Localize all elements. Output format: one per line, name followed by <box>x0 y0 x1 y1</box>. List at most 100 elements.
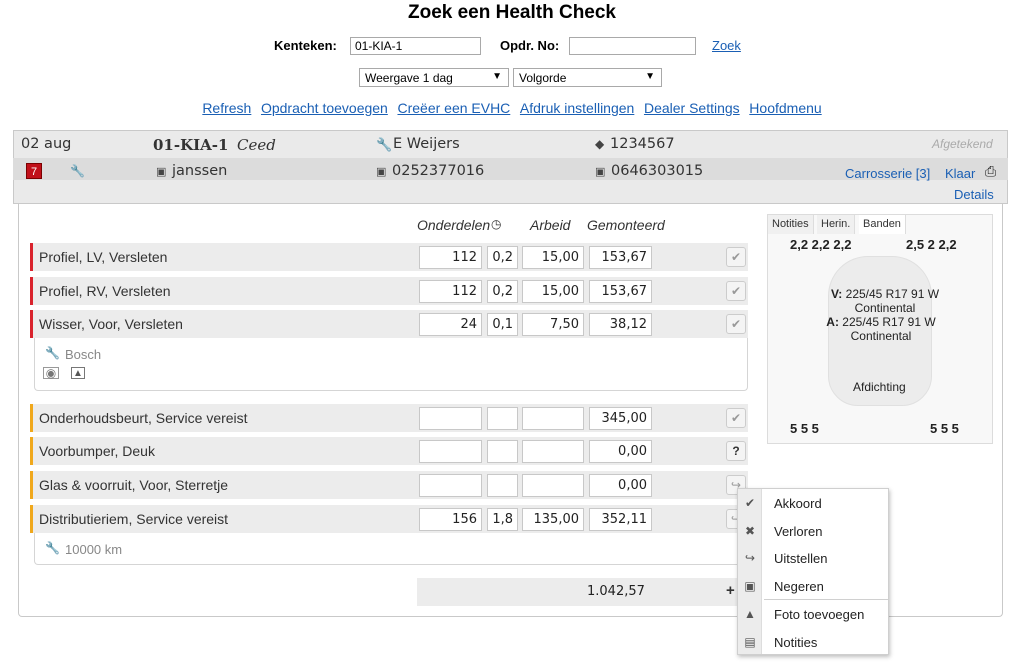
front-tyre-brand: Continental <box>854 301 916 315</box>
check-icon[interactable]: ✔ <box>726 247 746 267</box>
onderdelen-field[interactable] <box>419 474 482 497</box>
opdr-input[interactable] <box>569 37 696 55</box>
action-context-menu: ✔ Akkoord ✖ Verloren ↪ Uitstellen ▣ Nege… <box>737 488 889 655</box>
menu-item-uitstellen[interactable]: ↪ Uitstellen <box>738 545 888 572</box>
wrench-icon: 🔧 <box>45 346 60 360</box>
menu-item-notities[interactable]: ▤ Notities <box>738 629 888 656</box>
item-row[interactable]: Profiel, RV, Versleten 112 0,2 15,00 153… <box>30 277 748 305</box>
kenteken-input[interactable]: 01-KIA-1 <box>350 37 481 55</box>
arbeid-field[interactable]: 7,50 <box>522 313 584 336</box>
uren-field[interactable] <box>487 407 518 430</box>
photo-count-badge[interactable]: 7 <box>26 163 42 179</box>
job-kenteken: 01-KIA-1 <box>153 136 229 154</box>
check-icon[interactable]: ✔ <box>726 281 746 301</box>
image-icon[interactable]: ▲ <box>71 367 85 379</box>
check-icon[interactable]: ✔ <box>726 314 746 334</box>
uren-field[interactable]: 0,2 <box>487 246 518 269</box>
refresh-link[interactable]: Refresh <box>202 100 251 116</box>
arbeid-field[interactable]: 15,00 <box>522 246 584 269</box>
onderdelen-field[interactable]: 112 <box>419 246 482 269</box>
uren-field[interactable] <box>487 440 518 463</box>
carrosserie-link[interactable]: Carrosserie [3] <box>845 166 930 181</box>
menu-separator <box>764 599 888 600</box>
menu-item-negeren[interactable]: ▣ Negeren <box>738 573 888 600</box>
item-row[interactable]: Wisser, Voor, Versleten 24 0,1 7,50 38,1… <box>30 310 748 338</box>
comment-icon: ▤ <box>744 635 756 649</box>
onderdelen-field[interactable]: 112 <box>419 280 482 303</box>
nav-links: Refresh Opdracht toevoegen Creëer een EV… <box>0 100 1024 116</box>
check-icon: ✔ <box>744 496 756 510</box>
wrench-icon: 🔧 <box>70 164 85 178</box>
creeer-evhc-link[interactable]: Creëer een EVHC <box>397 100 510 116</box>
menu-item-foto-toevoegen[interactable]: ▲ Foto toevoegen <box>738 601 888 628</box>
gemonteerd-field[interactable]: 153,67 <box>589 280 652 303</box>
item-row[interactable]: Glas & voorruit, Voor, Sterretje 0,00 ↪ <box>30 471 748 499</box>
klaar-link[interactable]: Klaar <box>945 166 975 181</box>
gemonteerd-field[interactable]: 352,11 <box>589 508 652 531</box>
zoek-link[interactable]: Zoek <box>712 38 741 53</box>
arbeid-field[interactable]: 135,00 <box>522 508 584 531</box>
cross-icon: ✖ <box>744 524 756 538</box>
arbeid-field[interactable] <box>522 407 584 430</box>
printer-icon[interactable]: ⎙ <box>985 163 996 180</box>
volgorde-value: Volgorde <box>519 71 567 85</box>
front-tyre-label: V: <box>830 287 843 301</box>
item-row[interactable]: Profiel, LV, Versleten 112 0,2 15,00 153… <box>30 243 748 271</box>
dealer-settings-link[interactable]: Dealer Settings <box>644 100 740 116</box>
tyre-depth-front-right: 2,5 2 2,2 <box>906 237 957 252</box>
afdruk-instellingen-link[interactable]: Afdruk instellingen <box>520 100 634 116</box>
add-icon[interactable]: + <box>726 582 735 599</box>
uren-field[interactable] <box>487 474 518 497</box>
gemonteerd-field[interactable]: 0,00 <box>589 474 652 497</box>
rear-tyre-brand: Continental <box>850 329 912 343</box>
item-row[interactable]: Distributieriem, Service vereist 156 1,8… <box>30 505 748 533</box>
gemonteerd-field[interactable]: 38,12 <box>589 313 652 336</box>
tab-notities[interactable]: Notities <box>768 215 814 234</box>
item-label: Onderhoudsbeurt, Service vereist <box>39 410 248 426</box>
check-icon[interactable]: ✔ <box>726 408 746 428</box>
item-label: Voorbumper, Deuk <box>39 443 155 459</box>
uren-field[interactable]: 0,1 <box>487 313 518 336</box>
menu-item-verloren[interactable]: ✖ Verloren <box>738 518 888 545</box>
menu-item-label: Akkoord <box>774 496 822 511</box>
onderdelen-field[interactable]: 156 <box>419 508 482 531</box>
uren-field[interactable]: 1,8 <box>487 508 518 531</box>
item-detail-text: Bosch <box>65 347 102 362</box>
col-onderdelen: Onderdelen <box>417 217 491 233</box>
item-row[interactable]: Onderhoudsbeurt, Service vereist 345,00 … <box>30 404 748 432</box>
job-order-no: 1234567 <box>610 136 675 152</box>
job-customer: janssen <box>172 163 228 179</box>
details-link[interactable]: Details <box>954 187 994 202</box>
image-icon: ▲ <box>744 607 756 621</box>
wrench-icon: 🔧 <box>376 137 393 152</box>
onderdelen-field[interactable]: 24 <box>419 313 482 336</box>
item-label: Profiel, RV, Versleten <box>39 283 171 299</box>
gemonteerd-field[interactable]: 0,00 <box>589 440 652 463</box>
kenteken-label: Kenteken: <box>274 38 337 53</box>
gemonteerd-field[interactable]: 345,00 <box>589 407 652 430</box>
menu-item-akkoord[interactable]: ✔ Akkoord <box>738 490 888 517</box>
tab-herin[interactable]: Herin. <box>817 215 856 234</box>
total-row: 1.042,57 + <box>417 578 748 606</box>
item-row[interactable]: Voorbumper, Deuk 0,00 ? <box>30 437 748 465</box>
col-gemonteerd: Gemonteerd <box>587 217 665 233</box>
opdracht-toevoegen-link[interactable]: Opdracht toevoegen <box>261 100 388 116</box>
weergave-select[interactable]: Weergave 1 dag ▼ <box>359 68 509 87</box>
hoofdmenu-link[interactable]: Hoofdmenu <box>749 100 821 116</box>
question-icon[interactable]: ? <box>726 441 746 461</box>
uren-field[interactable]: 0,2 <box>487 280 518 303</box>
volgorde-select[interactable]: Volgorde ▼ <box>513 68 662 87</box>
job-status: Afgetekend <box>932 137 993 151</box>
item-label: Profiel, LV, Versleten <box>39 249 168 265</box>
camera-icon[interactable]: ◉ <box>43 367 59 379</box>
menu-item-label: Uitstellen <box>774 551 828 566</box>
job-model: Ceed <box>237 136 276 154</box>
arbeid-field[interactable] <box>522 474 584 497</box>
item-label: Distributieriem, Service vereist <box>39 511 229 527</box>
arbeid-field[interactable]: 15,00 <box>522 280 584 303</box>
onderdelen-field[interactable] <box>419 407 482 430</box>
onderdelen-field[interactable] <box>419 440 482 463</box>
gemonteerd-field[interactable]: 153,67 <box>589 246 652 269</box>
arbeid-field[interactable] <box>522 440 584 463</box>
tab-banden[interactable]: Banden <box>859 215 906 234</box>
